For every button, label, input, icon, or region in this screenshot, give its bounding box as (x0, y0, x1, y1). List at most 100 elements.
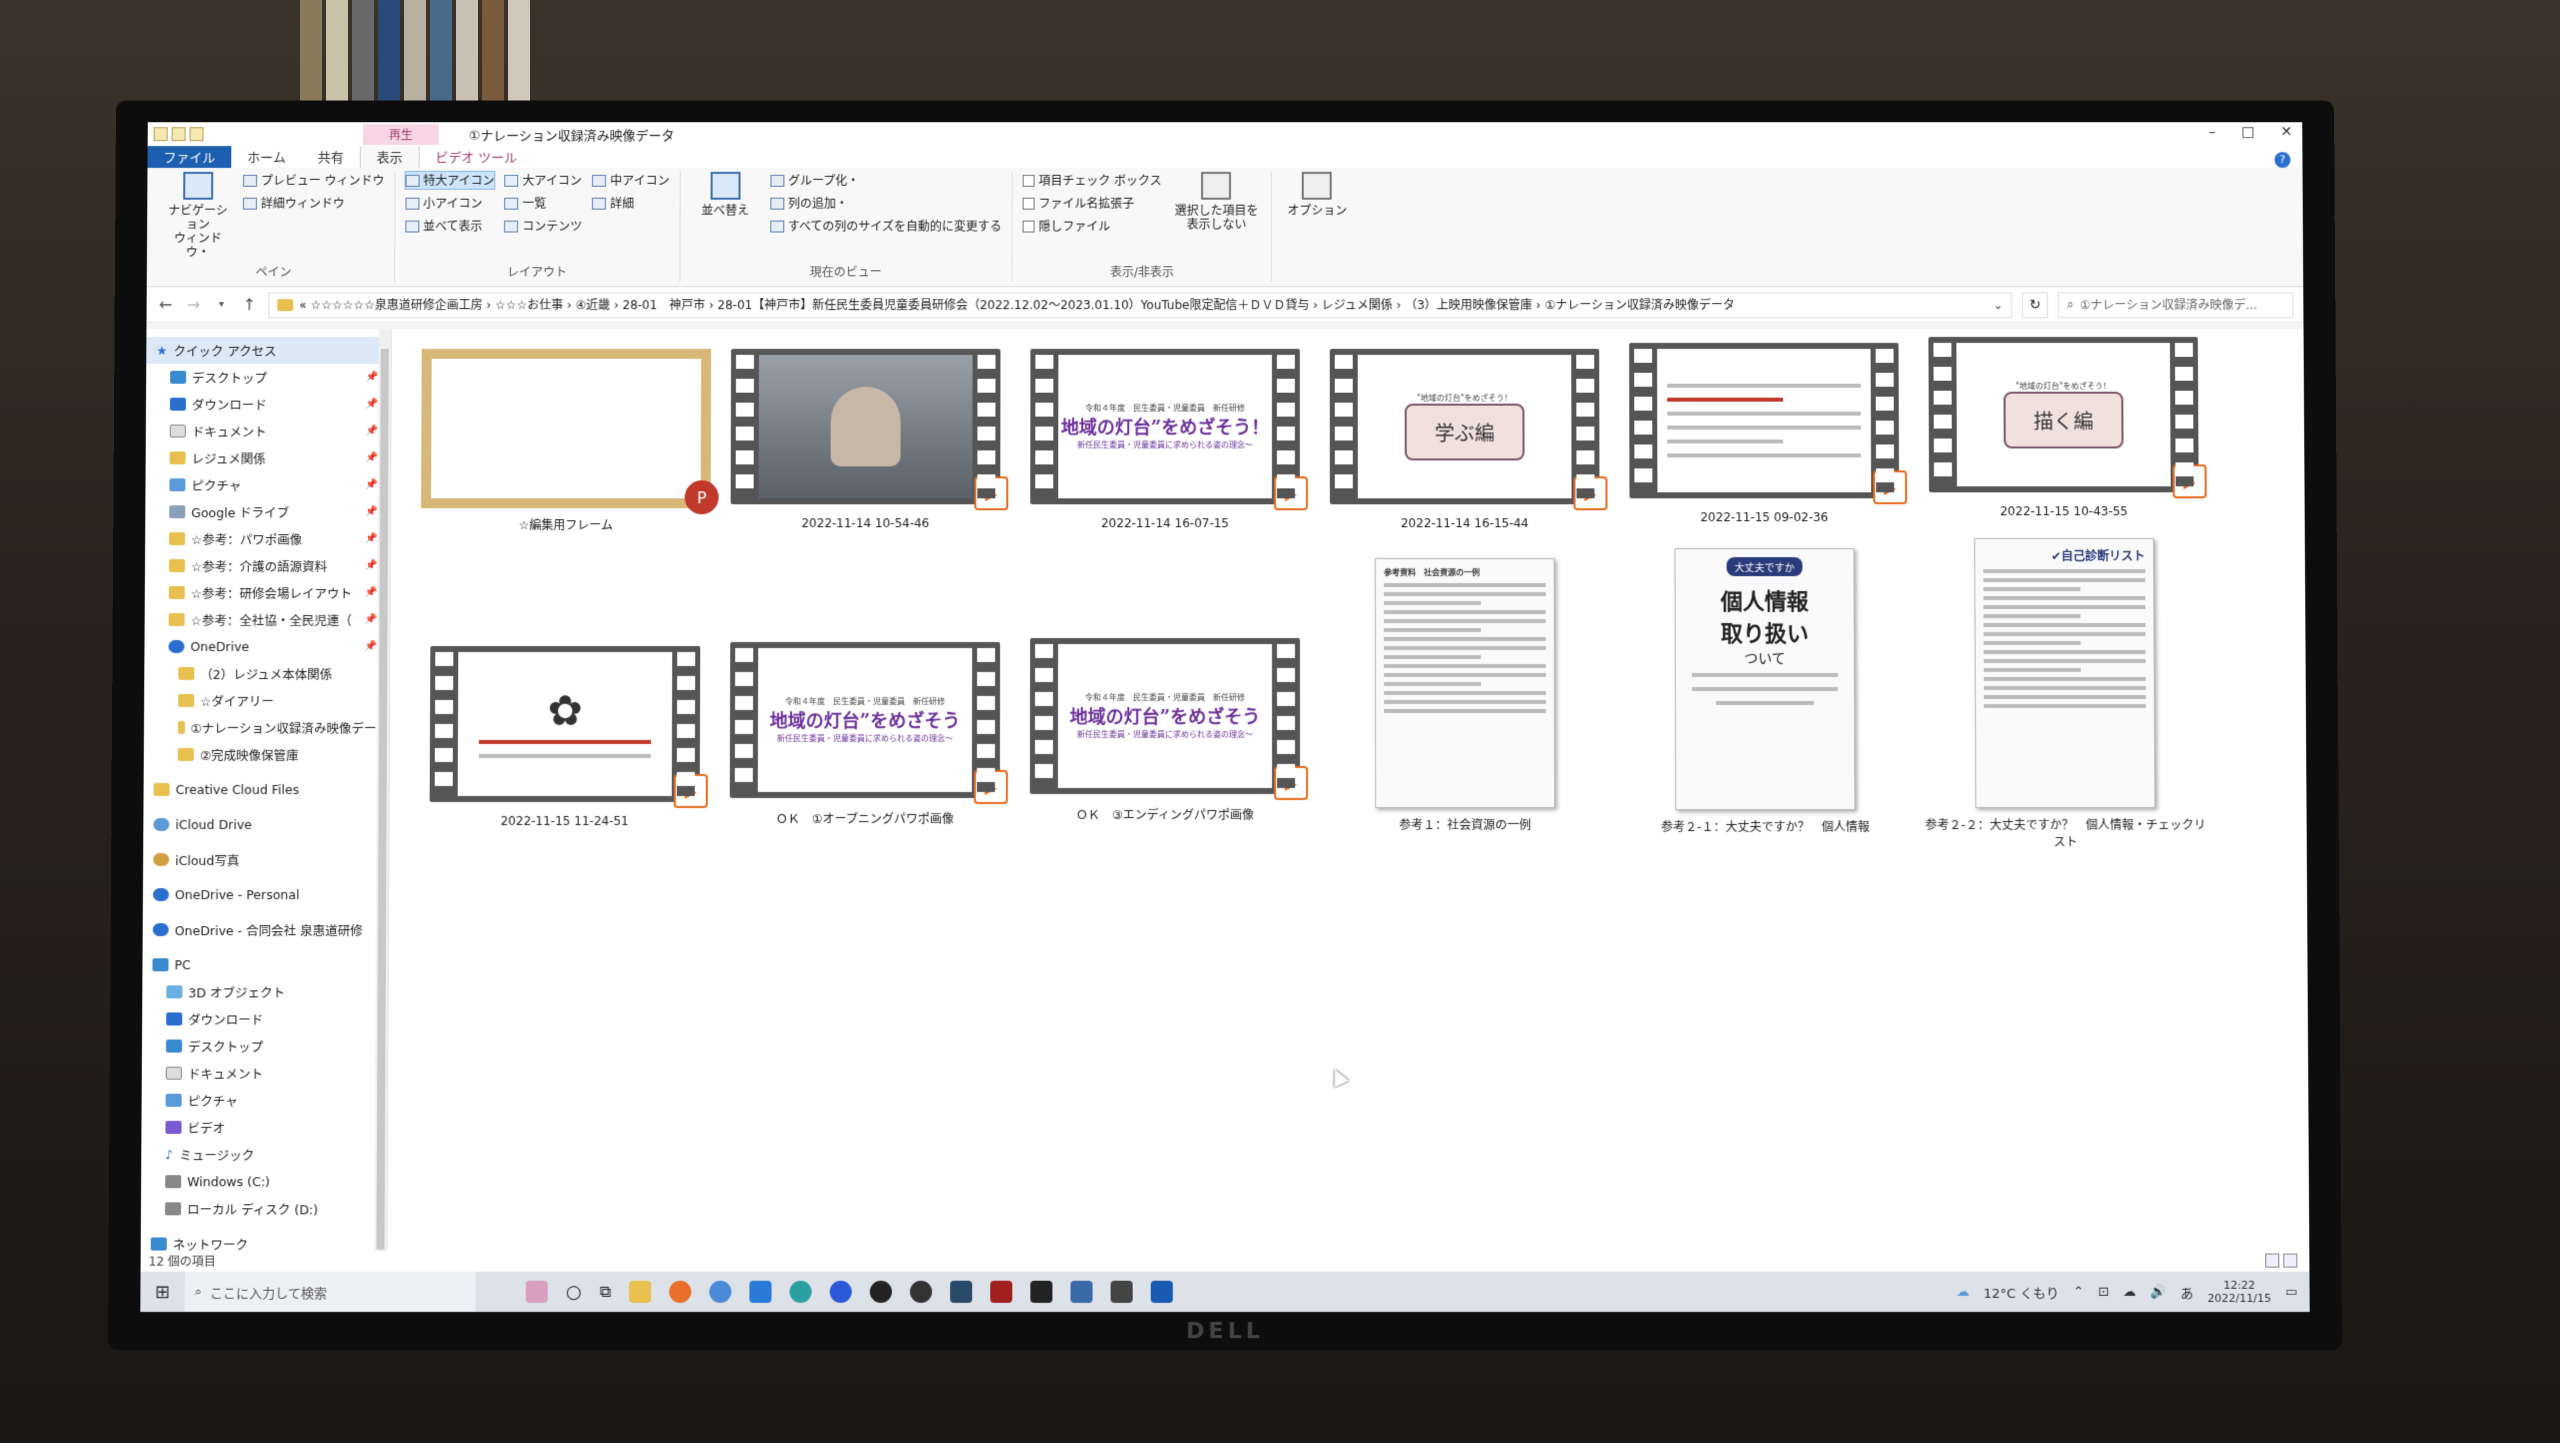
camera-icon[interactable] (1110, 1280, 1133, 1303)
layout-medium-icons[interactable]: 中アイコン (592, 172, 669, 189)
nav-onedrive-personal[interactable]: OneDrive - Personal (143, 881, 388, 908)
nav-pc-documents[interactable]: ドキュメント (142, 1060, 388, 1087)
up-arrow-icon[interactable]: ↑ (240, 295, 258, 314)
tab-home[interactable]: ホーム (231, 145, 302, 168)
nav-pc-desktop[interactable]: デスクトップ (142, 1033, 388, 1060)
large-icons-view-icon[interactable] (2283, 1253, 2298, 1268)
character-app-icon[interactable] (525, 1280, 548, 1303)
weather-text[interactable]: 12°C くもり (1983, 1282, 2059, 1301)
taskbar-search[interactable]: ⌕ ここに入力して検索 (184, 1271, 476, 1312)
nav-icloud-photos[interactable]: iCloud写真 (143, 846, 388, 873)
file-tile[interactable]: 令和４年度 民生委員・児童委員 新任研修 地域の灯台”をめざそう 新任民生委員・児童… (720, 642, 1010, 827)
details-view-icon[interactable] (2265, 1253, 2280, 1268)
nav-pc-videos[interactable]: ビデオ (141, 1114, 387, 1141)
file-tile[interactable]: ▶ 2022-11-14 10-54-46 (721, 348, 1011, 530)
chrome-icon[interactable] (709, 1280, 732, 1303)
obs-icon[interactable] (869, 1280, 893, 1303)
nav-google-drive[interactable]: Google ドライブ 📌 (145, 498, 390, 525)
tab-file[interactable]: ファイル (147, 145, 232, 168)
forward-arrow-icon[interactable]: → (184, 295, 202, 314)
task-view-icon[interactable]: ⧉ (600, 1282, 612, 1302)
options-button[interactable]: オプション (1282, 171, 1352, 218)
file-tile[interactable]: 令和４年度 民生委員・児童委員 新任研修 地域の灯台”をめざそう 新任民生委員・児童… (1020, 638, 1310, 823)
search-box[interactable]: ⌕ ①ナレーション収録済み映像デ... (2057, 291, 2294, 318)
nav-ref-council[interactable]: ☆参考：全社協・全民児連（ 📌 (145, 606, 390, 633)
onedrive-icon[interactable]: ☁ (2123, 1284, 2136, 1299)
nav-pc-music[interactable]: ♪ ミュージック (141, 1141, 387, 1168)
nav-onedrive-quick[interactable]: OneDrive 📌 (144, 633, 389, 660)
help-icon[interactable]: ? (2274, 151, 2291, 168)
refresh-icon[interactable]: ↻ (2021, 291, 2049, 318)
file-extensions-toggle[interactable]: ファイル名拡張子 (1022, 195, 1162, 212)
video-editor-icon[interactable] (950, 1280, 973, 1303)
nav-downloads[interactable]: ダウンロード 📌 (146, 391, 391, 418)
file-tile[interactable]: 参考資料 社会資源の一例 参考１：社会資源の一例 (1320, 558, 1610, 833)
file-tile[interactable]: ▶ 2022-11-15 09-02-36 (1619, 342, 1909, 524)
layout-xl-icons[interactable]: 特大アイコン (404, 170, 496, 190)
close-button[interactable]: ✕ (2281, 124, 2293, 140)
windows-start-icon[interactable]: ⊞ (140, 1272, 184, 1312)
zoom-icon[interactable] (829, 1280, 852, 1303)
back-arrow-icon[interactable]: ← (157, 295, 175, 314)
group-by-button[interactable]: グループ化・ (770, 172, 1002, 189)
checkbox[interactable] (1022, 197, 1035, 210)
file-explorer-icon[interactable] (629, 1280, 652, 1303)
quick-access-toolbar[interactable] (148, 127, 268, 142)
outlook-icon[interactable] (1150, 1280, 1173, 1303)
acrobat-icon[interactable] (990, 1280, 1013, 1303)
layout-details[interactable]: 詳細 (592, 195, 669, 212)
tab-share[interactable]: 共有 (302, 145, 360, 168)
nav-drive-d[interactable]: ローカル ディスク (D:) (141, 1195, 387, 1222)
address-bar[interactable]: « ☆☆☆☆☆☆泉惠道研修企画工房 › ☆☆☆お仕事 › ④近畿 › 28-01… (268, 291, 2013, 318)
hidden-files-toggle[interactable]: 隠しファイル (1022, 218, 1162, 235)
file-tile[interactable]: "地域の灯台"をめざそう！ 学ぶ編 ▶ 2022-11-14 16-15-44 (1320, 348, 1610, 530)
sort-button[interactable]: 並べ替え (690, 171, 760, 235)
size-columns-button[interactable]: すべての列のサイズを自動的に変更する (769, 218, 1002, 235)
nav-ref-care[interactable]: ☆参考：介護の語源資料 📌 (145, 552, 390, 579)
new-folder-icon[interactable] (189, 127, 204, 142)
nav-finished-video[interactable]: ②完成映像保管庫 (144, 741, 389, 768)
nav-icloud-drive[interactable]: iCloud Drive (143, 811, 388, 838)
recent-chevron-icon[interactable]: ▾ (212, 299, 230, 310)
ime-indicator[interactable]: あ (2180, 1282, 2193, 1301)
nav-pc-downloads[interactable]: ダウンロード (142, 1005, 388, 1032)
scroll-thumb[interactable] (376, 348, 389, 1250)
tab-video-tools[interactable]: ビデオ ツール (419, 145, 533, 168)
file-tile[interactable]: 大丈夫ですか 個人情報 取り扱い ついて 参考２-１：大丈夫ですか？ 個人情報 (1620, 548, 1911, 835)
navigation-pane-button[interactable]: ナビゲーション ウィンドウ・ (163, 171, 233, 259)
item-checkboxes-toggle[interactable]: 項目チェック ボックス (1022, 172, 1162, 189)
nav-onedrive-company[interactable]: OneDrive - 合同会社 泉惠道研修 (143, 916, 388, 943)
minimize-button[interactable]: – (2209, 124, 2216, 140)
nav-pc[interactable]: PC (142, 951, 387, 978)
photos-icon[interactable] (1070, 1280, 1093, 1303)
properties-icon[interactable] (171, 127, 186, 142)
layout-content[interactable]: コンテンツ (504, 218, 582, 235)
file-tile[interactable]: ✿ ▶ 2022-11-15 11-24-51 (420, 646, 711, 828)
skype-icon[interactable] (749, 1280, 772, 1303)
preview-pane-button[interactable]: プレビュー ウィンドウ (243, 172, 385, 189)
file-tile[interactable]: P ☆編集用フレーム (421, 348, 719, 533)
context-tab-play[interactable]: 再生 (362, 123, 439, 145)
nav-pc-pictures[interactable]: ピクチャ (142, 1087, 388, 1114)
details-pane-button[interactable]: 詳細ウィンドウ (242, 195, 384, 212)
notification-icon[interactable]: ▭ (2285, 1284, 2297, 1299)
volume-icon[interactable]: 🔊 (2150, 1284, 2166, 1299)
checkbox[interactable] (1022, 220, 1035, 232)
folder-icon[interactable] (153, 127, 168, 142)
chevron-up-icon[interactable]: ⌃ (2073, 1284, 2084, 1299)
terminal-icon[interactable] (1030, 1280, 1053, 1303)
file-tile[interactable]: ✔自己診断リスト 参考２-２：大丈夫ですか？ 個人情報・チェックリスト (1919, 538, 2210, 850)
tab-view[interactable]: 表示 (359, 144, 420, 168)
layout-large-icons[interactable]: 大アイコン (504, 172, 582, 189)
clock[interactable]: 12:22 2022/11/15 (2207, 1279, 2272, 1305)
add-columns-button[interactable]: 列の追加・ (770, 195, 1002, 212)
edge-icon[interactable] (789, 1280, 812, 1303)
nav-diary[interactable]: ☆ダイアリー (144, 687, 389, 714)
checkbox[interactable] (1022, 174, 1035, 187)
nav-ref-layout[interactable]: ☆参考：研修会場レイアウト 📌 (145, 579, 390, 606)
media-app-icon[interactable] (910, 1280, 933, 1303)
layout-tiles[interactable]: 並べて表示 (405, 218, 494, 235)
layout-list[interactable]: 一覧 (504, 195, 582, 212)
firefox-icon[interactable] (669, 1280, 692, 1303)
cortana-icon[interactable]: ○ (566, 1281, 582, 1302)
